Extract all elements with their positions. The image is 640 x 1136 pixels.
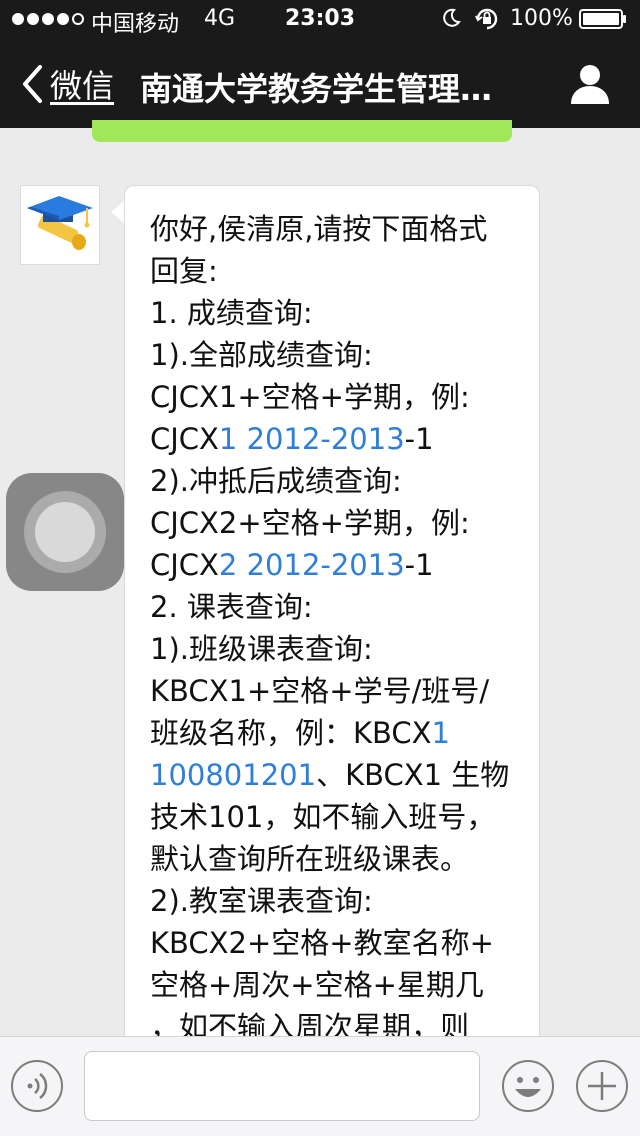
chevron-left-icon <box>23 65 42 103</box>
message-bubble[interactable]: 你好,侯清原,请按下面格式 回复: 1. 成绩查询: 1).全部成绩查询: CJCX1+… <box>124 185 540 1085</box>
moon-icon <box>443 8 461 27</box>
message-text-segment: 1).班级课表查询: <box>150 632 373 666</box>
message-text-segment: -1 <box>404 422 434 456</box>
message-line: CJCX1+空格+学期，例: <box>150 376 530 418</box>
message-text-segment: CJCX1+空格+学期，例: <box>150 380 470 414</box>
message-text-segment: 空格+周次+空格+星期几 <box>150 968 484 1002</box>
rotation-lock-icon <box>475 8 498 30</box>
phone-link[interactable]: 1 2012-2013 <box>219 422 405 456</box>
message-line: 技术101，如不输入班号， <box>150 796 530 838</box>
graduation-cap-icon <box>27 196 93 250</box>
message-input[interactable] <box>84 1051 480 1121</box>
nav-bar: 微信 南通大学教务学生管理系统 <box>0 40 640 128</box>
message-text-segment: 2).教室课表查询: <box>150 884 373 918</box>
person-icon[interactable] <box>568 62 612 106</box>
battery-percent: 100% <box>510 6 573 31</box>
chat-title: 南通大学教务学生管理系统 <box>140 70 510 108</box>
message-text-segment: KBCX1+空格+学号/班号/ <box>150 674 490 708</box>
status-bar: 中国移动 4G 23:03 100% <box>0 0 640 40</box>
message-line: 1. 成绩查询: <box>150 292 530 334</box>
message-text-segment: 默认查询所在班级课表。 <box>150 842 470 876</box>
top-bar: 中国移动 4G 23:03 100% 微信 南通大学教务学生管理系统 <box>0 0 640 128</box>
message-line: CJCX2+空格+学期，例: <box>150 502 530 544</box>
message-line: 1).班级课表查询: <box>150 628 530 670</box>
plus-icon[interactable] <box>575 1059 629 1113</box>
avatar[interactable] <box>20 185 100 265</box>
message-text-segment: -1 <box>404 548 434 582</box>
back-button[interactable]: 微信 <box>20 60 114 108</box>
message-text-segment: 1. 成绩查询: <box>150 296 313 330</box>
message-text-segment: 1).全部成绩查询: <box>150 338 373 372</box>
message-line: 你好,侯清原,请按下面格式 <box>150 208 530 250</box>
phone-link[interactable]: 1 <box>432 716 450 750</box>
bubble-tail <box>111 200 125 224</box>
back-label: 微信 <box>50 67 115 105</box>
message-line: 空格+周次+空格+星期几 <box>150 964 530 1006</box>
message-line: 2).教室课表查询: <box>150 880 530 922</box>
previous-message-bubble[interactable] <box>92 120 512 142</box>
message-line: 回复: <box>150 250 530 292</box>
message-line: CJCX2 2012-2013-1 <box>150 544 530 586</box>
message-line: 班级名称，例：KBCX1 <box>150 712 530 754</box>
message-text-segment: CJCX <box>150 422 219 456</box>
input-bar <box>0 1036 640 1136</box>
assistive-touch-button[interactable] <box>6 473 124 591</box>
message-line: 2. 课表查询: <box>150 586 530 628</box>
message-text-segment: 2).冲抵后成绩查询: <box>150 464 402 498</box>
message-text-segment: 班级名称，例：KBCX <box>150 716 432 750</box>
message-text: 你好,侯清原,请按下面格式 回复: 1. 成绩查询: 1).全部成绩查询: CJCX1+… <box>150 208 530 1084</box>
voice-icon[interactable] <box>10 1059 64 1113</box>
message-line: 2).冲抵后成绩查询: <box>150 460 530 502</box>
message-line: KBCX1+空格+学号/班号/ <box>150 670 530 712</box>
phone-link[interactable]: 2 2012-2013 <box>219 548 405 582</box>
battery-icon <box>579 9 626 29</box>
message-line: CJCX1 2012-2013-1 <box>150 418 530 460</box>
message-line: KBCX2+空格+教室名称+ <box>150 922 530 964</box>
phone-link[interactable]: 100801201 <box>150 758 316 792</box>
message-line: 1).全部成绩查询: <box>150 334 530 376</box>
message-text-segment: 你好,侯清原,请按下面格式 <box>150 212 488 246</box>
message-line: 100801201、KBCX1 生物 <box>150 754 530 796</box>
message-text-segment: 技术101，如不输入班号， <box>150 800 496 834</box>
smiley-icon[interactable] <box>501 1059 555 1113</box>
message-text-segment: CJCX2+空格+学期，例: <box>150 506 470 540</box>
message-text-segment: KBCX2+空格+教室名称+ <box>150 926 494 960</box>
message-text-segment: CJCX <box>150 548 219 582</box>
message-text-segment: 、KBCX1 生物 <box>316 758 510 792</box>
message-text-segment: 回复: <box>150 254 218 288</box>
message-line: 默认查询所在班级课表。 <box>150 838 530 880</box>
message-text-segment: 2. 课表查询: <box>150 590 313 624</box>
